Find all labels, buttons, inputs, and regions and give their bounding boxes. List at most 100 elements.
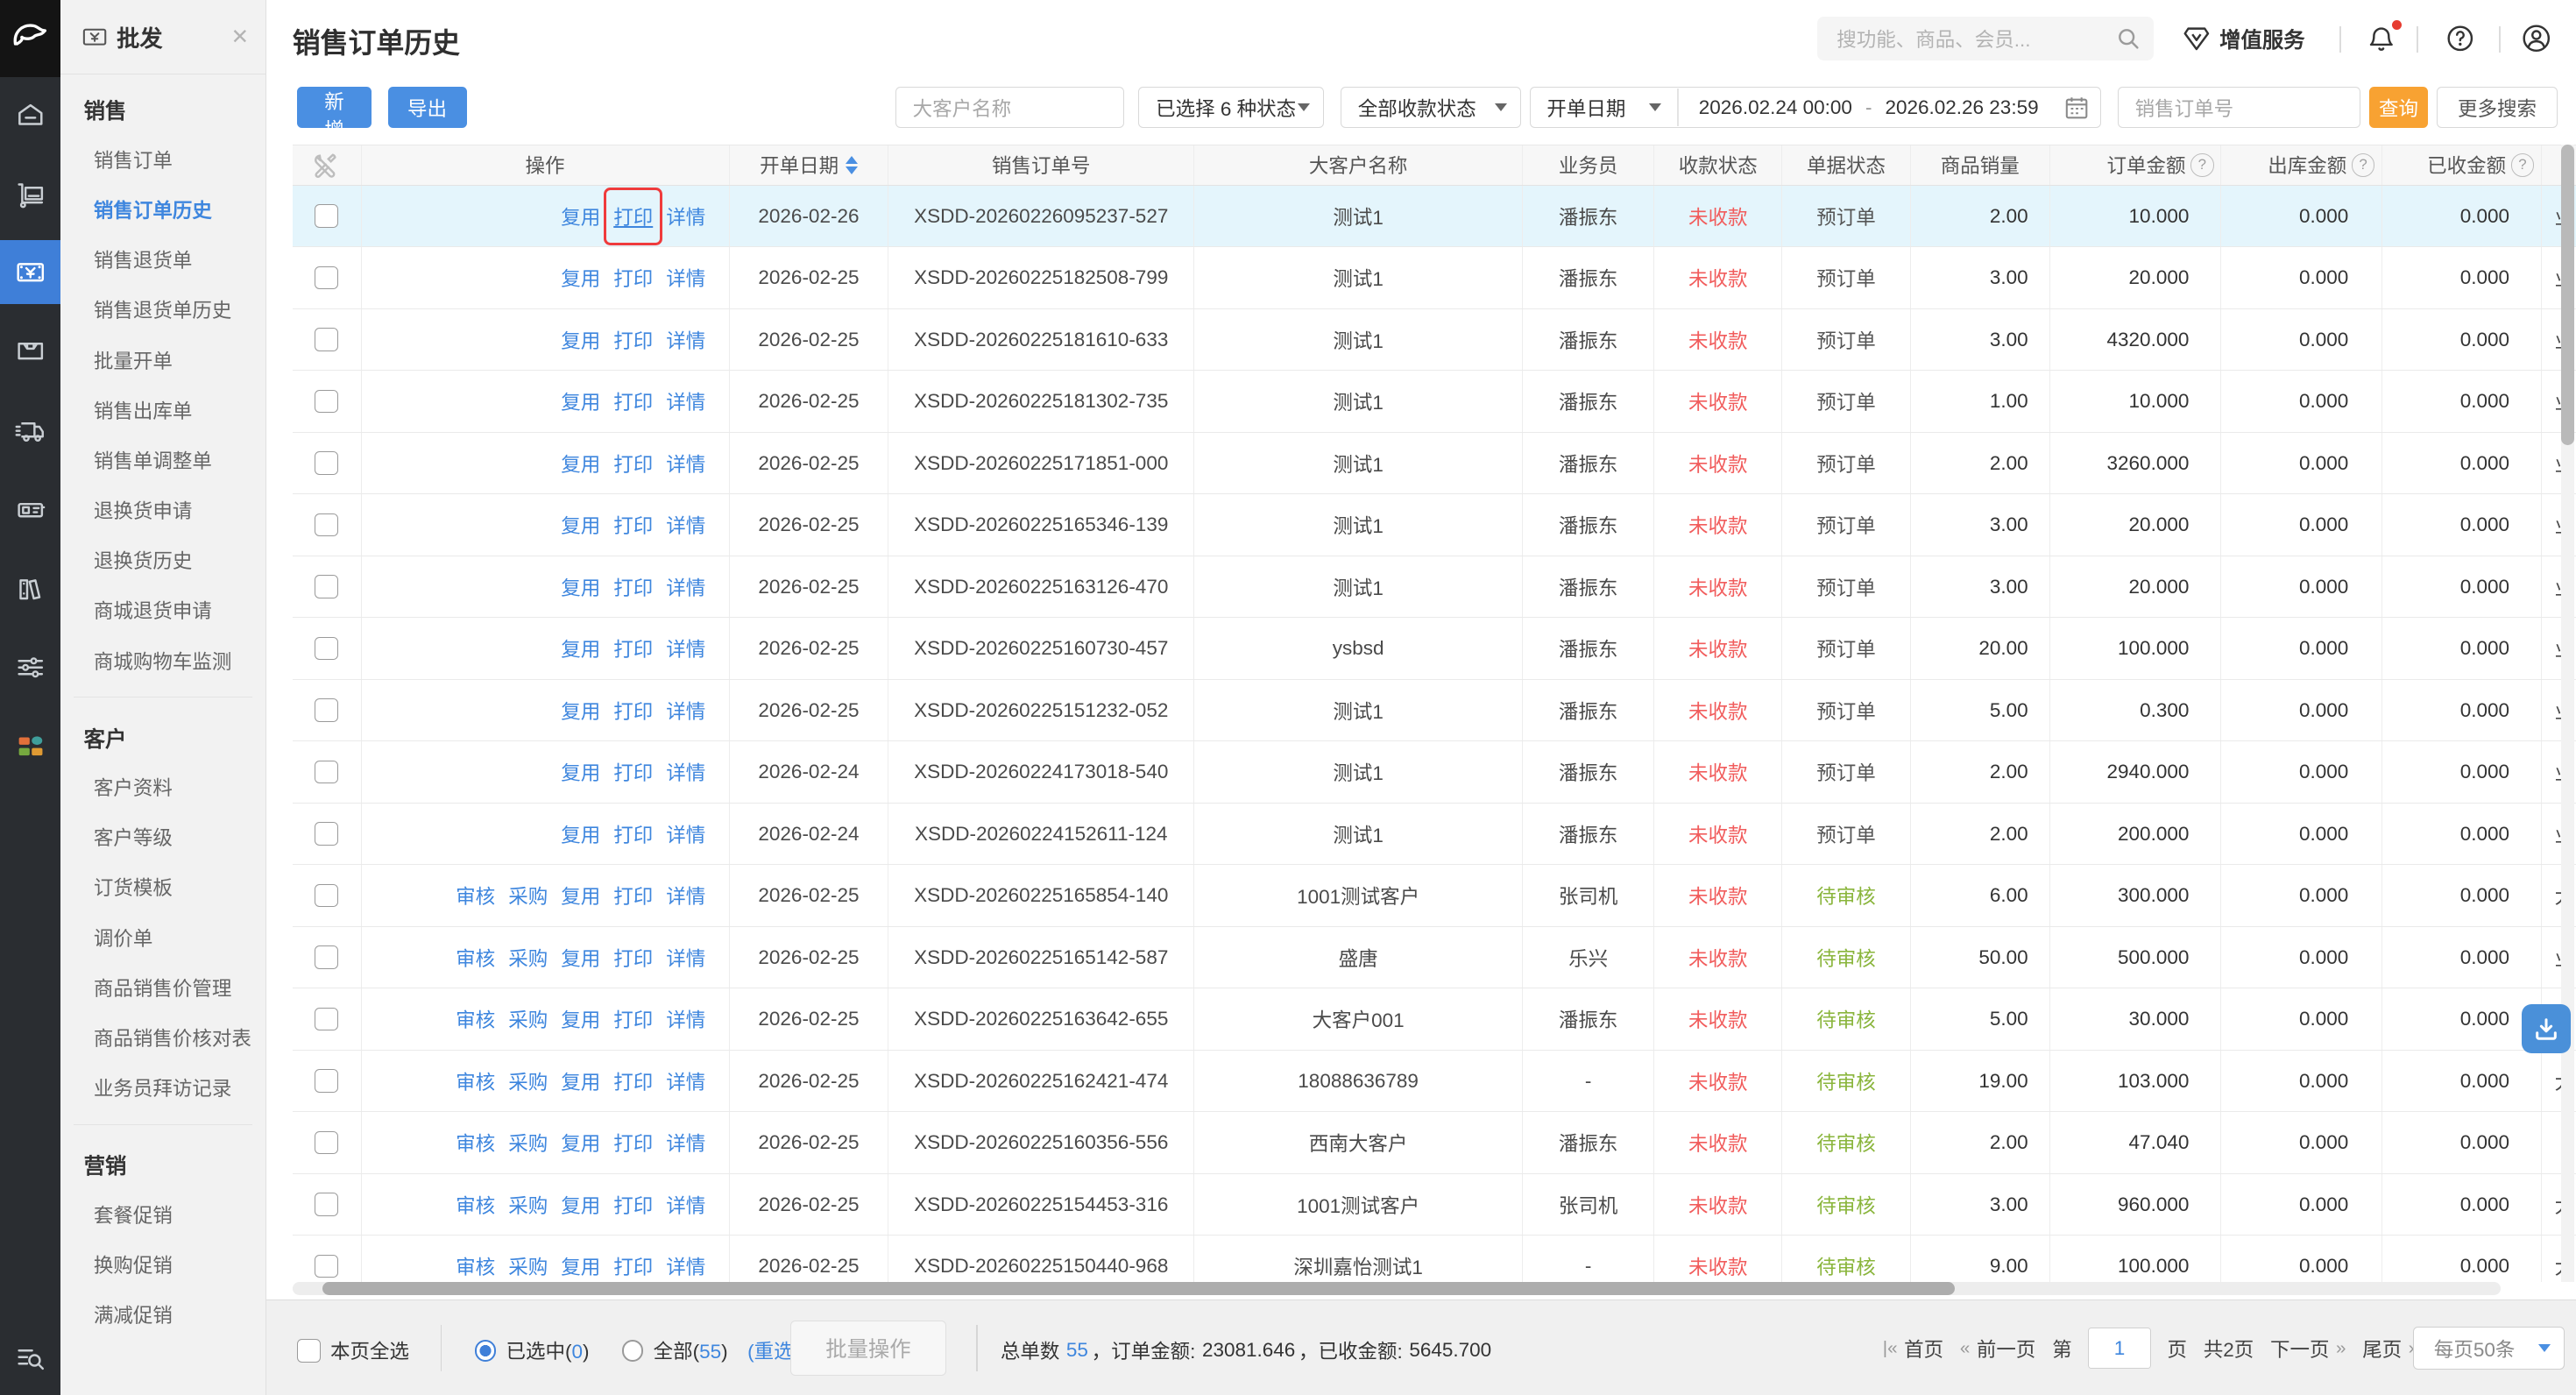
row-checkbox[interactable] — [315, 451, 337, 474]
action-link-打印[interactable]: 打印 — [613, 264, 653, 292]
menu-item-满减促销[interactable]: 满减促销 — [74, 1291, 251, 1341]
action-link-打印[interactable]: 打印 — [613, 1067, 653, 1095]
action-link-打印[interactable]: 打印 — [613, 387, 653, 415]
action-link-采购[interactable]: 采购 — [508, 1005, 548, 1033]
action-link-打印[interactable]: 打印 — [613, 450, 653, 478]
row-checkbox[interactable] — [315, 1131, 337, 1154]
action-link-复用[interactable]: 复用 — [561, 697, 600, 725]
column-header-settings[interactable] — [293, 145, 362, 185]
status-filter-select[interactable]: 已选择 6 种状态 — [1138, 87, 1324, 128]
account-button[interactable] — [2520, 0, 2553, 77]
action-link-复用[interactable]: 复用 — [561, 882, 600, 910]
action-link-详情[interactable]: 详情 — [666, 882, 705, 910]
vas-button[interactable]: 增值服务 — [2182, 0, 2305, 77]
date-range-control[interactable]: 开单日期 2026.02.24 00:00 - 2026.02.26 23:59 — [1530, 87, 2102, 128]
menu-item-销售退货单[interactable]: 销售退货单 — [60, 236, 265, 286]
action-link-复用[interactable]: 复用 — [561, 450, 600, 478]
menu-item-换购促销[interactable]: 换购促销 — [74, 1241, 251, 1291]
select-all-page[interactable]: 本页全选 — [297, 1336, 409, 1364]
rail-home-icon[interactable] — [0, 84, 60, 146]
row-checkbox[interactable] — [315, 637, 337, 660]
menu-item-销售订单[interactable]: 销售订单 — [60, 136, 265, 186]
menu-item-订货模板[interactable]: 订货模板 — [74, 863, 251, 913]
more-search-button[interactable]: 更多搜索 — [2437, 87, 2558, 128]
action-link-复用[interactable]: 复用 — [561, 326, 600, 354]
query-button[interactable]: 查询 — [2369, 87, 2429, 128]
row-checkbox[interactable] — [315, 1193, 337, 1215]
row-checkbox[interactable] — [315, 1069, 337, 1092]
action-link-打印[interactable]: 打印 — [613, 758, 653, 786]
action-link-打印[interactable]: 打印 — [613, 697, 653, 725]
action-link-采购[interactable]: 采购 — [508, 1067, 548, 1095]
row-checkbox[interactable] — [315, 698, 337, 721]
action-link-详情[interactable]: 详情 — [666, 1067, 705, 1095]
action-link-打印[interactable]: 打印 — [613, 511, 653, 539]
download-float-button[interactable] — [2522, 1004, 2571, 1053]
action-link-详情[interactable]: 详情 — [666, 1252, 705, 1280]
action-link-复用[interactable]: 复用 — [561, 820, 600, 848]
menu-item-销售订单历史[interactable]: 销售订单历史 — [60, 186, 265, 236]
action-link-详情[interactable]: 详情 — [666, 697, 705, 725]
rail-truck-icon[interactable] — [0, 400, 60, 462]
horizontal-scrollbar-thumb[interactable] — [322, 1282, 1956, 1295]
action-link-复用[interactable]: 复用 — [561, 758, 600, 786]
menu-item-销售退货单历史[interactable]: 销售退货单历史 — [60, 286, 265, 336]
batch-operation-button[interactable]: 批量操作 — [790, 1321, 946, 1377]
row-checkbox[interactable] — [315, 1008, 337, 1030]
add-button[interactable]: 新增 — [297, 87, 371, 128]
action-link-复用[interactable]: 复用 — [561, 387, 600, 415]
menu-item-退换货申请[interactable]: 退换货申请 — [60, 486, 265, 536]
action-link-复用[interactable]: 复用 — [561, 1005, 600, 1033]
first-page-button[interactable]: 首页 — [1904, 1335, 1943, 1363]
action-link-复用[interactable]: 复用 — [561, 1252, 600, 1280]
menu-item-客户资料[interactable]: 客户资料 — [74, 763, 251, 813]
action-link-详情[interactable]: 详情 — [666, 573, 705, 601]
row-checkbox[interactable] — [315, 266, 337, 289]
menu-item-商城退货申请[interactable]: 商城退货申请 — [60, 586, 265, 636]
action-link-审核[interactable]: 审核 — [456, 1067, 495, 1095]
notifications-button[interactable] — [2366, 0, 2397, 77]
brand-logo[interactable] — [0, 0, 60, 77]
action-link-审核[interactable]: 审核 — [456, 882, 495, 910]
export-button[interactable]: 导出 — [388, 87, 467, 128]
selected-radio[interactable] — [475, 1340, 496, 1361]
action-link-采购[interactable]: 采购 — [508, 944, 548, 972]
row-checkbox[interactable] — [315, 390, 337, 413]
row-checkbox[interactable] — [315, 1255, 337, 1278]
action-link-详情[interactable]: 详情 — [666, 1129, 705, 1157]
action-link-详情[interactable]: 详情 — [666, 820, 705, 848]
help-circle-icon[interactable]: ? — [2511, 153, 2534, 176]
menu-item-业务员拜访记录[interactable]: 业务员拜访记录 — [74, 1064, 251, 1114]
vertical-scrollbar[interactable] — [2561, 145, 2574, 1282]
menu-item-商品销售价核对表[interactable]: 商品销售价核对表 — [74, 1014, 251, 1064]
action-link-采购[interactable]: 采购 — [508, 882, 548, 910]
page-number-input[interactable] — [2088, 1328, 2150, 1369]
all-radio[interactable] — [622, 1340, 643, 1361]
menu-item-商城购物车监测[interactable]: 商城购物车监测 — [60, 637, 265, 687]
action-link-采购[interactable]: 采购 — [508, 1252, 548, 1280]
payment-filter-select[interactable]: 全部收款状态 — [1341, 87, 1521, 128]
row-checkbox[interactable] — [315, 204, 337, 227]
action-link-打印[interactable]: 打印 — [613, 1005, 653, 1033]
customer-name-input[interactable]: 大客户名称 — [895, 87, 1124, 128]
action-link-复用[interactable]: 复用 — [561, 573, 600, 601]
row-checkbox[interactable] — [315, 822, 337, 845]
next-page-button[interactable]: 下一页 — [2270, 1335, 2330, 1363]
horizontal-scrollbar[interactable] — [293, 1282, 2501, 1295]
rail-search-list-icon[interactable] — [0, 1326, 60, 1388]
help-circle-icon[interactable]: ? — [2352, 153, 2374, 176]
action-link-复用[interactable]: 复用 — [561, 511, 600, 539]
menu-item-销售单调整单[interactable]: 销售单调整单 — [60, 436, 265, 486]
action-link-审核[interactable]: 审核 — [456, 1129, 495, 1157]
column-settings-icon[interactable] — [313, 152, 341, 180]
action-link-打印[interactable]: 打印 — [613, 202, 653, 230]
menu-item-套餐促销[interactable]: 套餐促销 — [74, 1191, 251, 1241]
action-link-打印[interactable]: 打印 — [613, 944, 653, 972]
action-link-审核[interactable]: 审核 — [456, 944, 495, 972]
action-link-详情[interactable]: 详情 — [666, 511, 705, 539]
action-link-打印[interactable]: 打印 — [613, 573, 653, 601]
action-link-审核[interactable]: 审核 — [456, 1005, 495, 1033]
action-link-详情[interactable]: 详情 — [666, 944, 705, 972]
action-link-复用[interactable]: 复用 — [561, 202, 600, 230]
sort-icon[interactable] — [846, 156, 858, 175]
